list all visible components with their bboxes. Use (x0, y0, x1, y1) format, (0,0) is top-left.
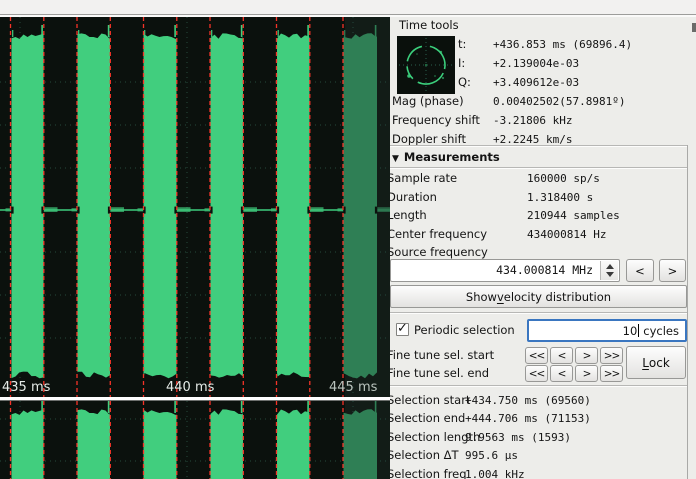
separator (390, 145, 688, 146)
separator (390, 167, 688, 168)
fine-tune-start-buttons: << < > >> (525, 347, 623, 364)
sample-rate-value: 160000 sp/s (527, 171, 600, 186)
scroll-area-border (687, 145, 688, 479)
mag-phase-label: Mag (phase) (392, 94, 464, 109)
app-window: 435 ms 440 ms 445 ms Time tools t: +436.85… (0, 0, 696, 479)
fine-tune-end-buttons: << < > >> (525, 365, 623, 382)
lock-button-text: ock (649, 356, 670, 370)
mag-phase-value: 0.00402502(57.8981º) (493, 94, 625, 109)
svg-text:445 ms: 445 ms (329, 380, 378, 395)
spinner-arrows[interactable] (600, 261, 618, 280)
velocity-button-text-post: elocity distribution (504, 290, 611, 304)
periodic-selection-checkbox[interactable]: ✓ (396, 323, 409, 336)
selection-start-row: Selection start +434.750 ms (69560) (390, 393, 696, 408)
sample-rate-row: Sample rate 160000 sp/s (390, 171, 696, 186)
duration-value: 1.318400 s (527, 190, 593, 205)
selection-start-label: Selection start (390, 393, 470, 408)
waveform-view[interactable]: 435 ms 440 ms 445 ms (0, 17, 390, 479)
separator (390, 312, 688, 313)
fine-tune-end-label: Fine tune sel. end (390, 366, 489, 380)
periodic-selection-label: Periodic selection (414, 323, 515, 337)
selection-end-label: Selection end (390, 411, 465, 426)
center-frequency-row: Center frequency 434000814 Hz (390, 227, 696, 242)
lock-button[interactable]: Lock (626, 346, 686, 379)
cursor-q-row: Q: +3.409612e-03 (390, 75, 696, 90)
cursor-time-row: t: +436.853 ms (69896.4) (390, 37, 696, 52)
clipped-widget-fragment (692, 23, 696, 32)
spin-up-icon[interactable] (606, 264, 614, 269)
selection-freq-value: 1.004 kHz (465, 467, 525, 479)
sample-rate-label: Sample rate (390, 171, 457, 186)
duration-row: Duration 1.318400 s (390, 190, 696, 205)
fine-tune-start-label: Fine tune sel. start (390, 348, 494, 362)
length-row: Length 210944 samples (390, 208, 696, 223)
velocity-button-text-pre: Show (466, 290, 497, 304)
fine-tune-start-back-button[interactable]: < (550, 347, 573, 364)
fine-tune-start-fast-back-button[interactable]: << (525, 347, 548, 364)
frequency-spinbox-value: 434.000814 MHz (496, 263, 593, 277)
q-label: Q: (458, 75, 471, 90)
svg-text:435 ms: 435 ms (2, 380, 51, 395)
time-tools-panel: Time tools t: +436.853 ms (69896.4) I: +… (390, 17, 696, 479)
center-frequency-label: Center frequency (390, 227, 487, 242)
selection-freq-label: Selection freq (390, 467, 467, 479)
frequency-next-button[interactable]: > (659, 259, 686, 282)
fine-tune-end-fast-forward-button[interactable]: >> (600, 365, 623, 382)
selection-end-row: Selection end +444.706 ms (71153) (390, 411, 696, 426)
duration-label: Duration (390, 190, 437, 205)
selection-freq-row: Selection freq 1.004 kHz (390, 467, 696, 479)
waveform-svg[interactable]: 435 ms 440 ms 445 ms (0, 17, 390, 479)
t-label: t: (458, 37, 466, 52)
selection-length-value: 9.9563 ms (1593) (465, 430, 571, 445)
velocity-button-accesskey: v (497, 290, 504, 304)
frequency-shift-value: -3.21806 kHz (493, 113, 572, 128)
length-value: 210944 samples (527, 208, 620, 223)
frequency-shift-row: Frequency shift -3.21806 kHz (390, 113, 696, 128)
length-label: Length (390, 208, 427, 223)
cycles-input[interactable]: 10 cycles (527, 319, 687, 342)
panel-title: Time tools (399, 18, 459, 32)
lock-button-accesskey: L (642, 356, 649, 370)
fine-tune-end-forward-button[interactable]: > (575, 365, 598, 382)
fine-tune-end-back-button[interactable]: < (550, 365, 573, 382)
measurements-header[interactable]: ▼ Measurements (392, 149, 500, 165)
fine-tune-start-fast-forward-button[interactable]: >> (600, 347, 623, 364)
cycles-value: 10 (623, 324, 638, 338)
text-caret (638, 324, 639, 337)
frequency-prev-button[interactable]: < (626, 259, 654, 282)
checkmark-icon: ✓ (397, 321, 408, 336)
i-label: I: (458, 56, 465, 71)
selection-delta-t-label: Selection ΔT (390, 448, 459, 463)
collapse-triangle-icon: ▼ (392, 154, 399, 164)
selection-length-row: Selection length 9.9563 ms (1593) (390, 430, 696, 445)
measurements-title: Measurements (404, 150, 500, 164)
separator (390, 385, 688, 386)
selection-delta-t-value: 995.6 µs (465, 448, 518, 463)
spin-down-icon[interactable] (606, 272, 614, 277)
mag-phase-row: Mag (phase) 0.00402502(57.8981º) (390, 94, 696, 109)
selection-delta-t-row: Selection ΔT 995.6 µs (390, 448, 696, 463)
center-frequency-value: 434000814 Hz (527, 227, 606, 242)
fine-tune-start-forward-button[interactable]: > (575, 347, 598, 364)
fine-tune-end-fast-back-button[interactable]: << (525, 365, 548, 382)
show-velocity-distribution-button[interactable]: Show velocity distribution (390, 285, 687, 308)
top-toolbar (0, 0, 696, 15)
source-frequency-label: Source frequency (390, 245, 488, 260)
svg-text:440 ms: 440 ms (166, 380, 215, 395)
selection-start-value: +434.750 ms (69560) (465, 393, 591, 408)
selection-end-value: +444.706 ms (71153) (465, 411, 591, 426)
frequency-shift-label: Frequency shift (392, 113, 480, 128)
cycles-suffix: cycles (643, 324, 679, 338)
t-value: +436.853 ms (69896.4) (493, 37, 632, 52)
q-value: +3.409612e-03 (493, 75, 579, 90)
i-value: +2.139004e-03 (493, 56, 579, 71)
cursor-i-row: I: +2.139004e-03 (390, 56, 696, 71)
source-frequency-row: Source frequency (390, 245, 696, 260)
frequency-spinbox[interactable]: 434.000814 MHz (390, 259, 620, 282)
